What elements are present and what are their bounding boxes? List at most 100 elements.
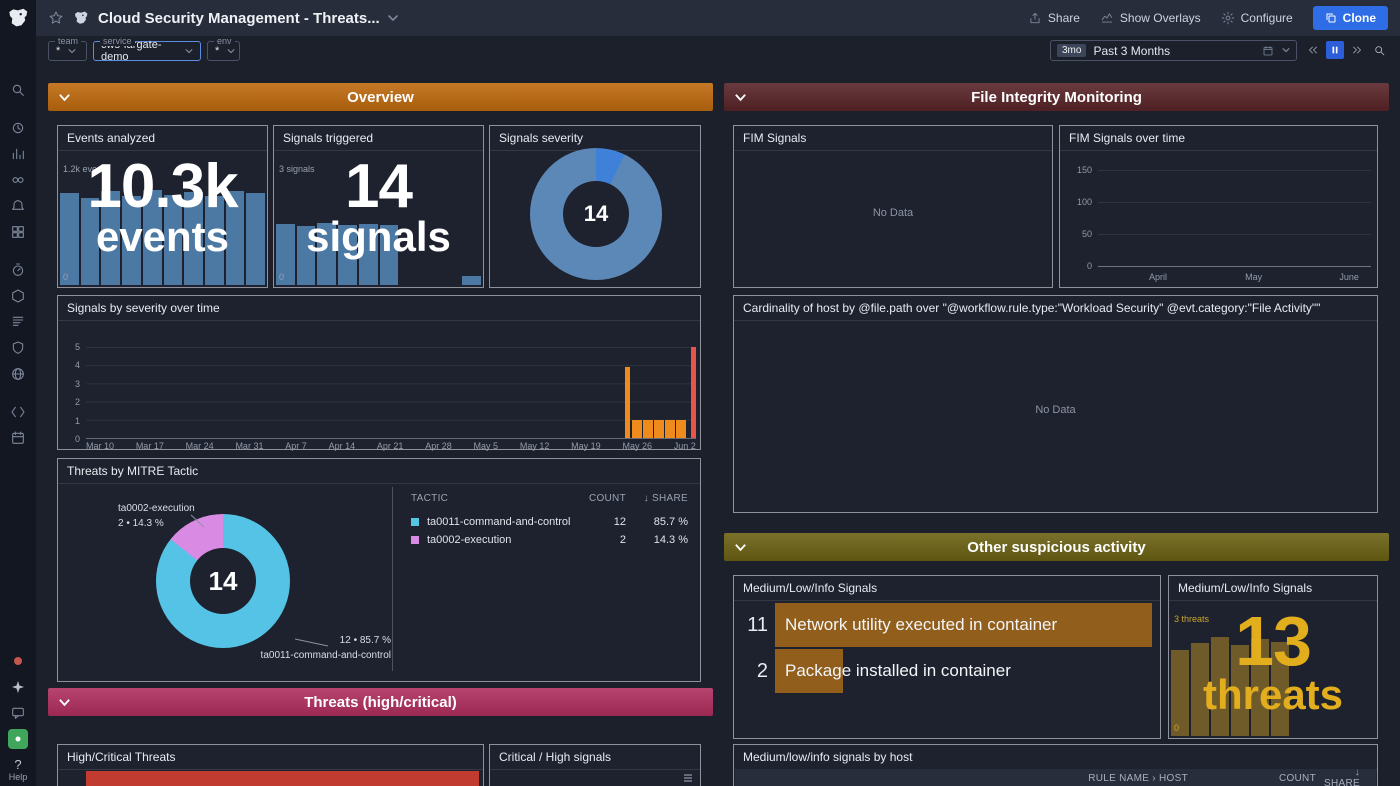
time-controls	[1304, 41, 1388, 59]
collapse-chevron-icon[interactable]	[734, 543, 747, 552]
widget-title: Medium/Low/Info Signals	[1169, 576, 1377, 601]
widget-fim-signals[interactable]: FIM Signals No Data	[733, 125, 1053, 288]
dashboard-logo-icon	[72, 9, 90, 27]
section-header-other-suspicious[interactable]: Other suspicious activity	[724, 533, 1389, 561]
feedback-icon[interactable]	[0, 700, 36, 726]
share-button[interactable]: Share	[1028, 11, 1080, 25]
query-value: 14 signals	[274, 156, 483, 258]
fim-time-plot[interactable]	[1098, 170, 1371, 267]
datadog-dashboard-app: ? Help Cloud Security Management - Threa…	[0, 0, 1400, 786]
widget-title: Events analyzed	[58, 126, 267, 151]
widget-threats-by-mitre-tactic[interactable]: Threats by MITRE Tactic 14 ta0002-execut…	[57, 458, 701, 682]
widget-signals-by-severity-over-time[interactable]: Signals by severity over time 543210 Mar…	[57, 295, 701, 450]
show-overlays-button[interactable]: Show Overlays	[1100, 11, 1201, 25]
section-header-overview[interactable]: Overview	[48, 83, 713, 111]
datadog-logo[interactable]	[5, 5, 31, 31]
ci-cd-icon[interactable]	[0, 399, 36, 425]
apm-icon[interactable]	[0, 257, 36, 283]
widget-events-analyzed[interactable]: Events analyzed 1.2k events 10.3k events…	[57, 125, 268, 288]
time-range-label: Past 3 Months	[1093, 44, 1170, 58]
series-swatch	[411, 536, 419, 544]
chevron-down-icon	[68, 49, 76, 54]
security-icon[interactable]	[0, 335, 36, 361]
pause-button[interactable]	[1326, 41, 1344, 59]
integrations-icon[interactable]	[0, 219, 36, 245]
calendar-grid-icon[interactable]	[1262, 45, 1274, 57]
x-axis-labels: April May June	[1098, 272, 1371, 282]
env-variable-select[interactable]: env *	[207, 41, 240, 61]
help-icon: ?	[9, 758, 28, 772]
next-timeframe-icon[interactable]	[1348, 41, 1366, 59]
collapse-chevron-icon[interactable]	[58, 698, 71, 707]
env-variable-value: *	[215, 45, 219, 57]
help-menu[interactable]: ? Help	[9, 758, 28, 782]
events-icon[interactable]	[0, 425, 36, 451]
widget-signals-triggered[interactable]: Signals triggered 3 signals 14 signals 0	[273, 125, 484, 288]
table-header-row: RULE NAME › HOST COUNT ↓ SHARE	[735, 769, 1376, 786]
widget-medium-low-info-signals-toplist[interactable]: Medium/Low/Info Signals 11 Network utili…	[733, 575, 1161, 739]
favorite-star-icon[interactable]	[48, 10, 64, 26]
widget-fim-signals-over-time[interactable]: FIM Signals over time 150100500 April Ma…	[1059, 125, 1378, 288]
widget-title: Medium/Low/Info Signals	[734, 576, 1160, 601]
toplist-row-network-utility[interactable]: 11 Network utility executed in container	[742, 603, 1152, 647]
dashboard-title: Cloud Security Management - Threats...	[98, 10, 380, 27]
toplist-bar-high-critical[interactable]	[86, 771, 479, 786]
history-icon[interactable]	[0, 115, 36, 141]
widget-signals-severity[interactable]: Signals severity 14	[489, 125, 701, 288]
time-range-picker[interactable]: 3mo Past 3 Months	[1050, 40, 1297, 61]
chevron-down-icon[interactable]	[1282, 48, 1290, 53]
toplist-row-package-installed[interactable]: 2 Package installed in container	[742, 649, 1152, 693]
query-value: 10.3k events	[58, 156, 267, 258]
legend-header-row: TACTIC COUNT ↓ SHARE	[411, 491, 688, 505]
dashboard-header: Cloud Security Management - Threats... S…	[36, 0, 1400, 36]
mitre-legend-table: TACTIC COUNT ↓ SHARE ta0011-command-and-…	[393, 483, 700, 681]
sparkles-icon[interactable]	[0, 674, 36, 700]
search-icon[interactable]	[0, 77, 36, 103]
collapse-chevron-icon[interactable]	[734, 93, 747, 102]
y-axis-min-label: 0	[279, 272, 284, 282]
column-count[interactable]: COUNT	[1188, 773, 1316, 784]
watchdog-icon[interactable]	[0, 167, 36, 193]
legend-row-execution[interactable]: ta0002-execution 2 14.3 %	[411, 531, 688, 549]
widget-medium-low-info-signals-value[interactable]: Medium/Low/Info Signals 3 threats 13 thr…	[1168, 575, 1378, 739]
zoom-time-icon[interactable]	[1370, 41, 1388, 59]
logs-icon[interactable]	[0, 309, 36, 335]
widget-critical-high-signals[interactable]: Critical / High signals	[489, 744, 701, 786]
configure-button[interactable]: Configure	[1221, 11, 1293, 25]
widget-medium-low-info-signals-by-host[interactable]: Medium/low/info signals by host RULE NAM…	[733, 744, 1378, 786]
query-value: 13 threats	[1169, 606, 1377, 716]
widget-cardinality-of-host[interactable]: Cardinality of host by @file.path over "…	[733, 295, 1378, 513]
title-caret-icon[interactable]	[388, 15, 398, 22]
org-avatar[interactable]	[0, 726, 36, 752]
widget-title: Critical / High signals	[490, 745, 700, 770]
sort-desc-icon: ↓	[1355, 767, 1360, 778]
monitors-icon[interactable]	[0, 193, 36, 219]
series-swatch	[411, 518, 419, 526]
widget-high-critical-threats[interactable]: High/Critical Threats	[57, 744, 484, 786]
help-label: Help	[9, 772, 28, 782]
service-variable-select[interactable]: service cws-fargate-demo	[93, 41, 201, 61]
mitre-donut-chart[interactable]: 14	[156, 514, 290, 648]
section-header-threats-high-critical[interactable]: Threats (high/critical)	[48, 688, 713, 716]
dashboards-icon[interactable]	[0, 141, 36, 167]
y-axis-labels: 150100500	[1066, 165, 1092, 271]
clone-button[interactable]: Clone	[1313, 6, 1388, 30]
previous-timeframe-icon[interactable]	[1304, 41, 1322, 59]
column-share[interactable]: ↓ SHARE	[1316, 767, 1360, 786]
infrastructure-icon[interactable]	[0, 283, 36, 309]
donut-center-value: 14	[190, 548, 256, 614]
y-axis-min-label: 0	[63, 272, 68, 282]
legend-row-command-and-control[interactable]: ta0011-command-and-control 12 85.7 %	[411, 513, 688, 531]
bits-ai-icon[interactable]	[0, 648, 36, 674]
list-view-icon[interactable]	[682, 772, 694, 784]
chevron-down-icon	[185, 49, 193, 54]
synthetics-icon[interactable]	[0, 361, 36, 387]
severity-time-plot[interactable]	[86, 347, 696, 439]
column-rule-name-host[interactable]: RULE NAME › HOST	[1088, 773, 1188, 784]
section-header-file-integrity[interactable]: File Integrity Monitoring	[724, 83, 1389, 111]
widget-title: Threats by MITRE Tactic	[58, 459, 700, 484]
collapse-chevron-icon[interactable]	[58, 93, 71, 102]
share-icon	[1028, 11, 1042, 25]
severity-donut-chart[interactable]: 14	[530, 148, 662, 280]
team-variable-select[interactable]: team *	[48, 41, 87, 61]
